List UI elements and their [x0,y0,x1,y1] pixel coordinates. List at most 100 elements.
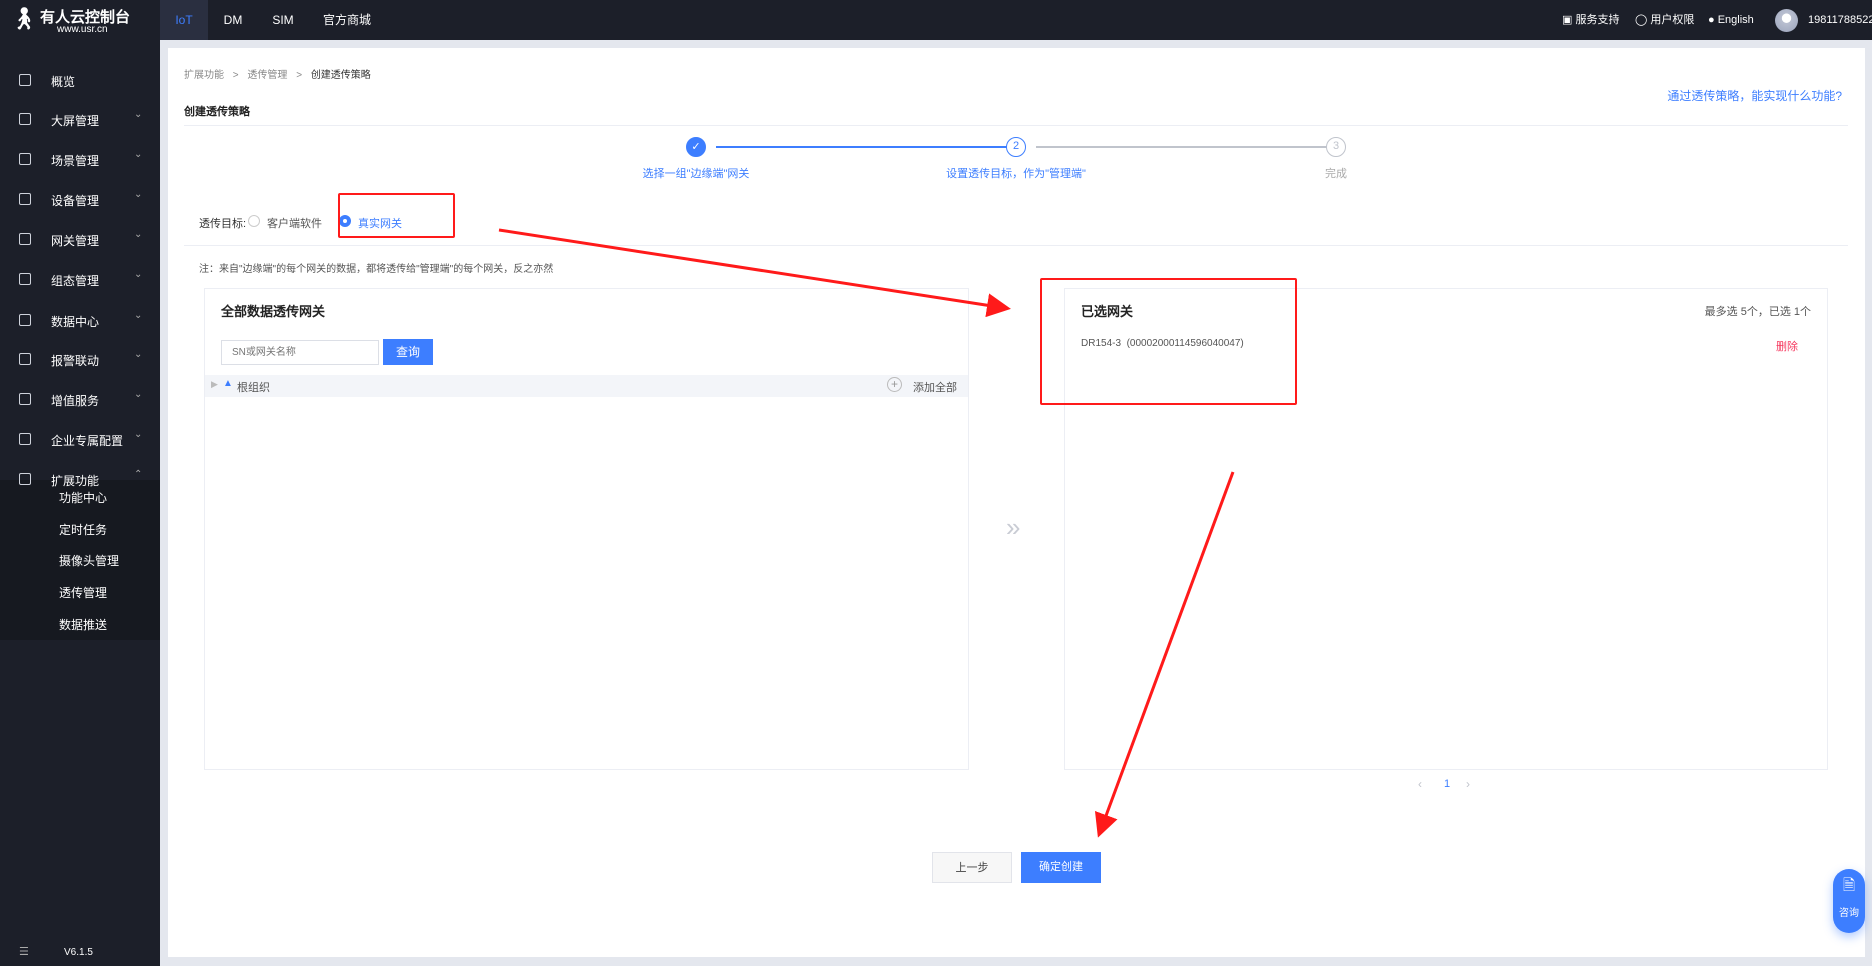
submenu-item[interactable]: 定时任务 [59,521,107,538]
breadcrumb: 扩展功能 > 透传管理 > 创建透传策略 [184,70,371,81]
chevron-down-icon: ⌄ [134,310,143,321]
breadcrumb-item[interactable]: 扩展功能 [184,70,224,81]
prev-step-button[interactable]: 上一步 [932,852,1012,883]
document-icon: 🗎︎ [1842,877,1856,894]
help-link[interactable]: 通过透传策略，能实现什么功能? [1667,87,1842,104]
sidebar-item-label: 场景管理 [51,154,100,168]
double-chevron-right-icon: » [1006,512,1021,542]
sidebar-item-label: 扩展功能 [51,474,100,488]
chart-icon [19,233,31,245]
chevron-down-icon: ⌄ [134,389,143,400]
sidebar-item-label: 设备管理 [51,194,100,208]
language-label: English [1717,14,1754,26]
language-switch[interactable]: ● English [1708,0,1754,40]
grid-icon [19,473,31,485]
user-account[interactable]: 19811788522 [1808,0,1872,40]
submenu-item[interactable]: 透传管理 [59,584,107,601]
search-button[interactable]: 查询 [383,339,433,365]
next-page-icon[interactable]: › [1466,777,1470,791]
monitor-icon [19,113,31,125]
chat-icon: ▣ [1562,14,1573,26]
step-3-indicator: 3 [1326,137,1346,157]
delete-button[interactable]: 删除 [1776,338,1798,354]
annotation-box [1040,278,1297,405]
sidebar-item-label: 数据中心 [51,315,100,329]
tab-dm[interactable]: DM [218,0,248,40]
tree-root-label: 根组织 [237,382,270,394]
divider [184,125,1848,126]
sidebar-item-label: 企业专属配置 [51,434,124,448]
sidebar-item-scene[interactable]: 场景管理 ⌄ [0,140,160,180]
breadcrumb-item[interactable]: 透传管理 [247,70,287,81]
permissions-link[interactable]: ◯ 用户权限 [1635,0,1694,40]
device-icon [19,193,31,205]
all-gateways-panel: 全部数据透传网关 查询 ▶ ▲ 根组织 + 添加全部 [204,288,969,770]
annotation-box [338,193,455,238]
step-3-label: 完成 [1325,168,1347,180]
consult-label: 咨询 [1839,908,1859,919]
service-support-link[interactable]: ▣ 服务支持 [1562,0,1619,40]
option-client-software[interactable]: 客户端软件 [267,215,322,231]
breadcrumb-current: 创建透传策略 [310,70,371,81]
submenu-item[interactable]: 功能中心 [59,489,107,506]
note-text: 注：来自"边缘端"的每个网关的数据，都将透传给"管理端"的每个网关，反之亦然 [199,264,554,275]
sidebar-item-label: 概览 [51,75,76,89]
bar-icon [19,314,31,326]
submenu-item[interactable]: 摄像头管理 [59,552,119,569]
step-2-label: 设置透传目标，作为"管理端" [946,168,1086,180]
add-circle-icon[interactable]: + [887,377,902,392]
prev-page-icon[interactable]: ‹ [1418,777,1422,791]
page-number[interactable]: 1 [1444,778,1450,790]
sidebar-item-label: 增值服务 [51,394,100,408]
step-2-indicator: 2 [1006,137,1026,157]
consult-button[interactable]: 🗎︎ 咨询 [1833,869,1865,933]
sidebar-item-enterprise[interactable]: 企业专属配置 ⌄ [0,420,160,460]
tab-iot[interactable]: IoT [160,0,208,40]
sidebar-item-label: 组态管理 [51,274,100,288]
add-all-button[interactable]: 添加全部 [913,379,957,395]
scan-icon [19,74,31,86]
caret-right-icon[interactable]: ▶ [211,379,218,390]
tab-sim[interactable]: SIM [268,0,298,40]
sidebar-item-label: 报警联动 [51,354,100,368]
sidebar-item-gateway[interactable]: 网关管理 ⌄ [0,220,160,260]
step-connector [716,146,1016,148]
step-1-check-icon: ✓ [686,137,706,157]
chevron-down-icon: ⌄ [134,429,143,440]
permissions-label: 用户权限 [1650,14,1695,26]
sidebar-item-config[interactable]: 组态管理 ⌄ [0,260,160,300]
chevron-down-icon: ⌄ [134,269,143,280]
search-input[interactable] [221,340,379,365]
collapse-menu-icon[interactable]: ☰ [19,945,29,958]
sidebar-item-alarm[interactable]: 报警联动 ⌄ [0,340,160,380]
tree-row[interactable]: ▶ ▲ 根组织 + 添加全部 [205,375,968,397]
submenu-item[interactable]: 数据推送 [59,616,107,633]
panel-title: 全部数据透传网关 [221,304,326,319]
sidebar-item-value-added[interactable]: 增值服务 ⌄ [0,380,160,420]
sidebar-item-device[interactable]: 设备管理 ⌄ [0,180,160,220]
sidebar-item-overview[interactable]: 概览 [0,61,160,101]
sidebar-item-label: 大屏管理 [51,114,100,128]
top-bar: 🚶︎ 有人云控制台 www.usr.cn IoT DM SIM 官方商城 ▣ 服… [0,0,1872,40]
radio-client-software[interactable] [248,215,260,227]
org-icon [19,273,31,285]
diamond-icon [19,393,31,405]
brand-url: www.usr.cn [57,24,108,35]
tab-store[interactable]: 官方商城 [322,0,372,40]
step-connector [1036,146,1336,148]
cube-icon [19,153,31,165]
sidebar-item-bigscreen[interactable]: 大屏管理 ⌄ [0,100,160,140]
chevron-down-icon: ⌄ [134,149,143,160]
chevron-down-icon: ⌄ [134,229,143,240]
avatar[interactable] [1775,9,1798,32]
divider [184,245,1848,246]
target-label: 透传目标: [199,218,247,230]
service-label: 服务支持 [1575,14,1620,26]
chevron-down-icon: ⌄ [134,109,143,120]
shield-icon: ◯ [1635,14,1648,26]
alarm-icon [19,353,31,365]
chevron-up-icon: ⌃ [134,469,143,480]
sidebar-item-datacenter[interactable]: 数据中心 ⌄ [0,301,160,341]
page-title: 创建透传策略 [184,106,250,118]
confirm-create-button[interactable]: 确定创建 [1021,852,1101,883]
